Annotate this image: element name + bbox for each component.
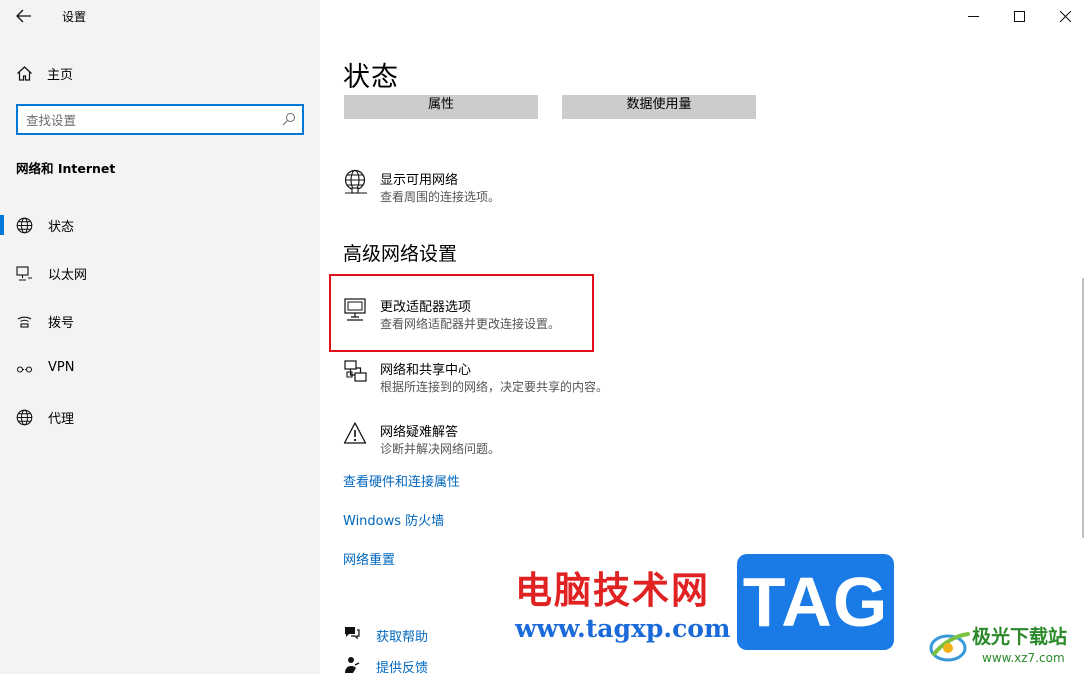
feedback-person-icon	[345, 657, 360, 673]
show-networks-desc: 查看周围的连接选项。	[380, 190, 501, 204]
globe-network-icon	[344, 169, 367, 194]
show-networks-item[interactable]: 显示可用网络 查看周围的连接选项。	[343, 169, 563, 209]
sidebar-item-dialup[interactable]: 拨号	[0, 301, 320, 341]
sidebar-item-label: VPN	[48, 360, 75, 375]
dialup-icon	[17, 316, 32, 328]
properties-button[interactable]: 属性	[344, 95, 538, 119]
sidebar-item-label: 代理	[48, 412, 75, 427]
sidebar-item-label: 以太网	[48, 268, 88, 283]
watermark-site-name: 电脑技术网	[515, 569, 710, 612]
page-title: 状态	[343, 62, 399, 93]
network-reset-link[interactable]: 网络重置	[343, 549, 395, 568]
maximize-button[interactable]	[996, 0, 1042, 32]
advanced-network-heading: 高级网络设置	[343, 243, 458, 265]
section-title: 网络和 Internet	[16, 161, 116, 176]
feedback-label: 提供反馈	[376, 661, 429, 674]
vpn-icon	[16, 366, 33, 373]
watermark-xz7-logo: 极光下载站 www.xz7.com	[926, 622, 1088, 674]
close-icon	[1059, 10, 1071, 22]
troubleshoot-desc: 诊断并解决网络问题。	[380, 442, 501, 456]
network-sharing-center-item[interactable]: 网络和共享中心 根据所连接到的网络，决定要共享的内容。	[343, 359, 633, 399]
troubleshoot-title: 网络疑难解答	[380, 425, 459, 440]
sidebar-item-label: 拨号	[48, 316, 75, 331]
maximize-icon	[1013, 10, 1025, 22]
watermark-tag-text: TAG	[742, 563, 889, 641]
back-button[interactable]	[8, 2, 40, 30]
sharing-center-title: 网络和共享中心	[380, 363, 472, 378]
search-input[interactable]	[26, 110, 276, 130]
home-icon	[17, 65, 32, 81]
sidebar-item-proxy[interactable]: 代理	[0, 397, 320, 437]
watermark-tag-logo: TAG	[737, 554, 894, 650]
sidebar-item-home[interactable]: 主页	[16, 62, 73, 84]
network-troubleshoot-item[interactable]: 网络疑难解答 诊断并解决网络问题。	[343, 421, 543, 461]
xz7-logo-name: 极光下载站	[972, 626, 1068, 648]
change-adapter-options-item[interactable]: 更改适配器选项 查看网络适配器并更改连接设置。	[343, 296, 583, 336]
minimize-button[interactable]	[950, 0, 996, 32]
sidebar: 设置 主页 网络和 Internet 状态 以太网 拨号 VPN 代理	[0, 0, 320, 674]
show-networks-title: 显示可用网络	[380, 173, 459, 188]
back-arrow-icon	[16, 9, 31, 23]
globe-icon	[16, 409, 33, 426]
close-button[interactable]	[1042, 0, 1088, 32]
sidebar-item-vpn[interactable]: VPN	[0, 349, 320, 389]
data-usage-button[interactable]: 数据使用量	[562, 95, 756, 119]
sidebar-item-label: 状态	[48, 220, 75, 235]
sharing-center-icon	[344, 360, 367, 382]
warning-icon	[343, 422, 367, 444]
help-chat-icon	[345, 627, 360, 640]
app-title: 设置	[62, 10, 87, 24]
watermark-site-url: www.tagxp.com	[515, 614, 731, 643]
xz7-logo-icon	[929, 632, 970, 662]
minimize-icon	[967, 15, 979, 17]
search-box[interactable]	[16, 104, 304, 135]
hardware-properties-link[interactable]: 查看硬件和连接属性	[343, 471, 460, 490]
xz7-logo-url: www.xz7.com	[982, 651, 1065, 665]
change-adapter-desc: 查看网络适配器并更改连接设置。	[380, 317, 561, 331]
sidebar-item-status[interactable]: 状态	[0, 205, 320, 245]
monitor-network-icon	[16, 266, 32, 281]
scrollbar[interactable]	[1082, 278, 1084, 538]
home-label: 主页	[47, 67, 74, 83]
globe-icon	[16, 217, 33, 234]
change-adapter-title: 更改适配器选项	[380, 300, 472, 315]
network-adapter-icon	[344, 298, 366, 321]
search-icon[interactable]	[282, 112, 296, 126]
sharing-center-desc: 根据所连接到的网络，决定要共享的内容。	[380, 380, 609, 394]
get-help-label: 获取帮助	[376, 630, 429, 645]
windows-firewall-link[interactable]: Windows 防火墙	[343, 510, 444, 529]
sidebar-item-ethernet[interactable]: 以太网	[0, 253, 320, 293]
